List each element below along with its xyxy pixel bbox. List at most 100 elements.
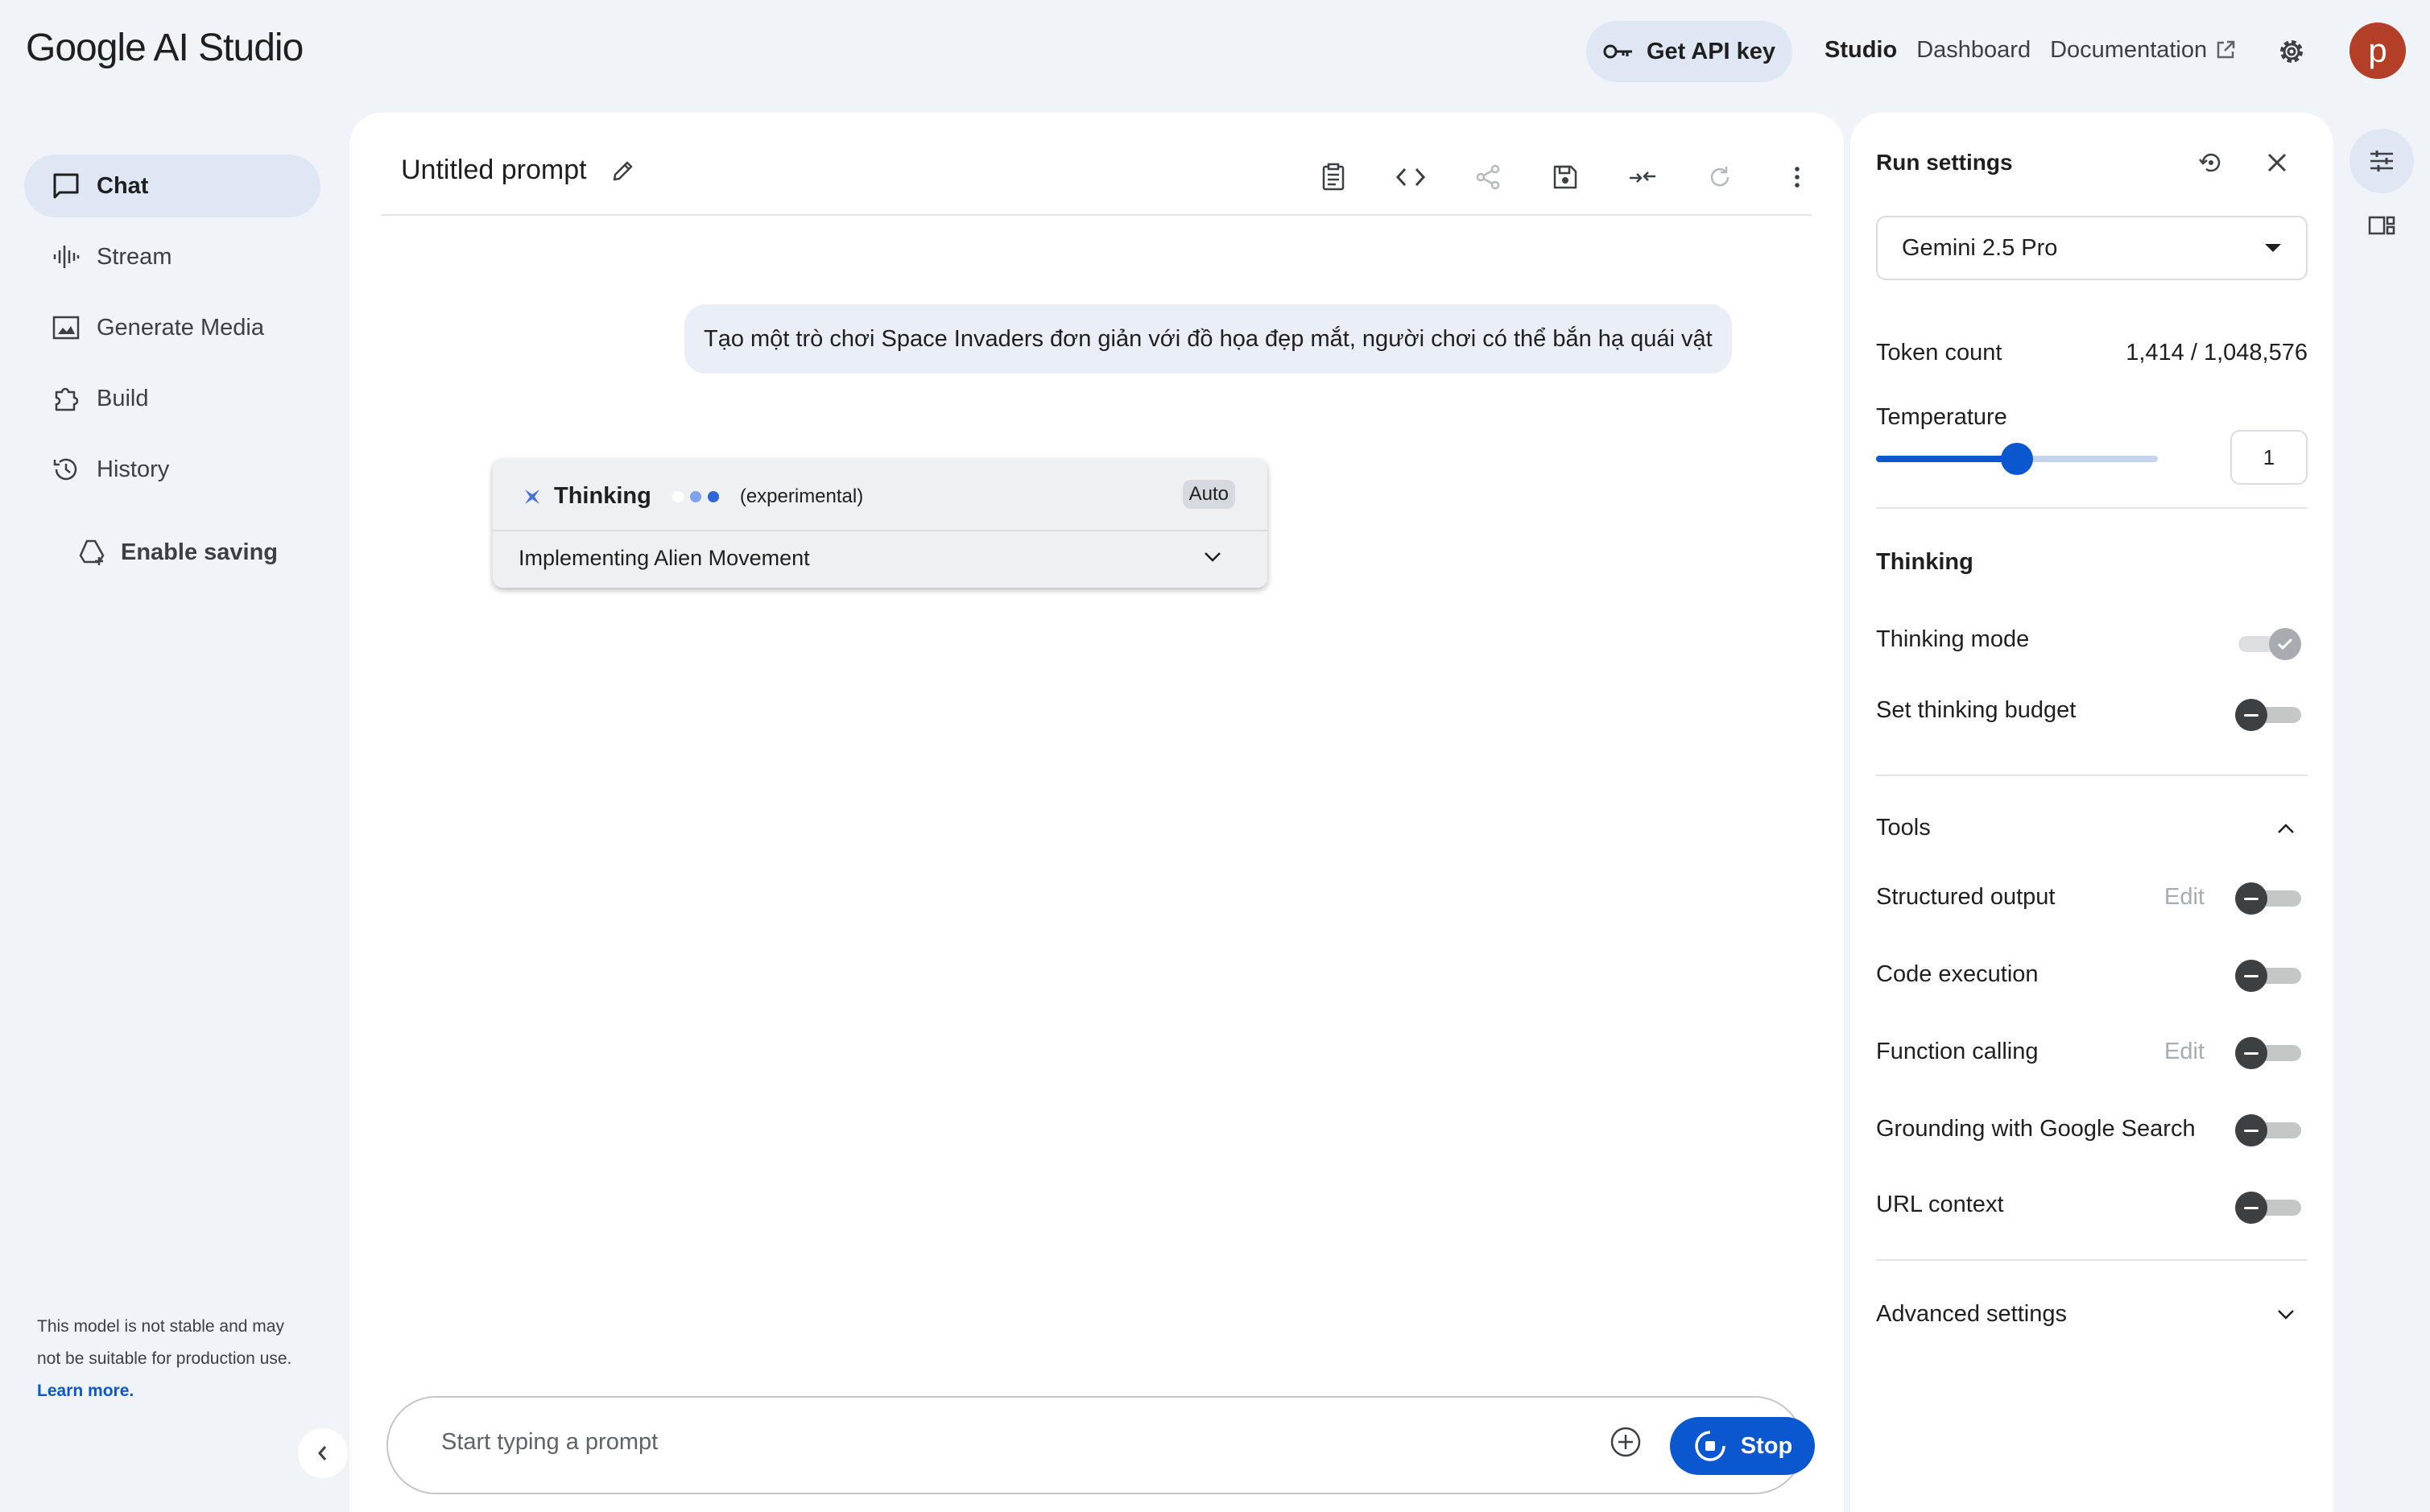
chat-panel: Untitled prompt Tạo một trò chơi Space I… xyxy=(349,113,1844,1512)
function-calling-edit-link[interactable]: Edit xyxy=(2164,1039,2205,1065)
stream-icon xyxy=(52,242,81,271)
sidebar-item-build[interactable]: Build xyxy=(24,367,320,430)
model-select[interactable]: Gemini 2.5 Pro xyxy=(1876,216,2308,280)
temperature-input[interactable] xyxy=(2230,430,2308,485)
token-count-value: 1,414 / 1,048,576 xyxy=(2126,340,2308,366)
prompt-toolbar xyxy=(1295,155,1836,200)
sidebar-item-generate-media[interactable]: Generate Media xyxy=(24,296,320,359)
history-icon xyxy=(52,455,81,484)
collapse-sidebar-button[interactable] xyxy=(298,1428,348,1478)
header-divider xyxy=(382,214,1812,216)
key-icon xyxy=(1603,42,1634,61)
close-icon[interactable] xyxy=(2263,148,2292,177)
compare-icon[interactable] xyxy=(1604,155,1681,200)
sidebar-item-label: History xyxy=(97,456,170,482)
slider-thumb[interactable] xyxy=(2001,443,2033,475)
structured-output-toggle[interactable] xyxy=(2235,882,2301,915)
prompt-bar: Stop xyxy=(386,1396,1815,1494)
tune-settings-icon[interactable] xyxy=(2349,129,2414,193)
sidebar-item-label: Build xyxy=(97,385,149,411)
nav-documentation-label: Documentation xyxy=(2050,36,2208,63)
nav-documentation[interactable]: Documentation xyxy=(2050,37,2236,64)
thinking-section-title: Thinking xyxy=(1876,549,1973,575)
prompt-title-text: Untitled prompt xyxy=(401,155,587,185)
chevron-up-icon[interactable] xyxy=(2277,823,2295,834)
tools-section-title[interactable]: Tools xyxy=(1876,815,1931,841)
chevron-left-icon xyxy=(315,1444,331,1463)
thinking-summary: Implementing Alien Movement xyxy=(519,546,810,570)
run-settings-title: Run settings xyxy=(1876,150,2013,175)
get-api-key-label: Get API key xyxy=(1646,38,1776,64)
build-icon xyxy=(52,384,81,413)
stop-label: Stop xyxy=(1740,1432,1793,1459)
thinking-panel[interactable]: Thinking (experimental) Auto Implementin… xyxy=(493,459,1267,588)
model-stability-note: This model is not stable and may not be … xyxy=(37,1311,311,1407)
thinking-mode-toggle[interactable] xyxy=(2235,628,2301,660)
code-execution-label: Code execution xyxy=(1876,961,2039,987)
section-divider xyxy=(1876,1259,2308,1261)
nav-studio[interactable]: Studio xyxy=(1825,37,1897,64)
advanced-settings-label[interactable]: Advanced settings xyxy=(1876,1301,2067,1328)
drive-add-icon xyxy=(77,538,106,567)
save-icon[interactable] xyxy=(1527,155,1604,200)
auto-badge: Auto xyxy=(1182,480,1235,509)
loading-dot xyxy=(707,490,719,502)
stop-button[interactable]: Stop xyxy=(1670,1417,1815,1475)
reset-settings-icon[interactable] xyxy=(2197,148,2225,177)
sidebar-item-stream[interactable]: Stream xyxy=(24,225,320,288)
learn-more-link[interactable]: Learn more. xyxy=(37,1382,134,1400)
settings-gear-icon[interactable] xyxy=(2275,35,2308,68)
chevron-down-icon[interactable] xyxy=(1203,551,1222,564)
sidebar-item-label: Chat xyxy=(97,172,149,199)
add-media-icon[interactable] xyxy=(1609,1425,1643,1459)
experimental-label: (experimental) xyxy=(739,485,864,507)
clipboard-icon[interactable] xyxy=(1295,155,1372,200)
loading-dot xyxy=(672,490,684,502)
thinking-header: Thinking (experimental) xyxy=(522,483,863,510)
more-vert-icon[interactable] xyxy=(1758,155,1836,200)
share-icon[interactable] xyxy=(1449,155,1527,200)
sidebar-item-label: Generate Media xyxy=(97,314,264,341)
grounding-label: Grounding with Google Search xyxy=(1876,1116,2196,1142)
code-icon[interactable] xyxy=(1372,155,1449,200)
sidebar-item-chat[interactable]: Chat xyxy=(24,155,320,217)
run-settings-panel: Run settings Gemini 2.5 Pro Token count … xyxy=(1850,113,2333,1512)
external-link-icon xyxy=(2215,39,2236,60)
loading-dots xyxy=(672,490,719,502)
prompt-title: Untitled prompt xyxy=(401,155,635,186)
section-divider xyxy=(1876,507,2308,509)
loading-dot xyxy=(689,490,701,502)
prompt-input[interactable] xyxy=(440,1428,1490,1456)
refresh-icon[interactable] xyxy=(1681,155,1758,200)
structured-output-label: Structured output xyxy=(1876,884,2056,910)
get-api-key-button[interactable]: Get API key xyxy=(1586,21,1792,82)
url-context-toggle[interactable] xyxy=(2235,1192,2301,1224)
avatar[interactable]: p xyxy=(2349,23,2406,79)
grounding-toggle[interactable] xyxy=(2235,1114,2301,1146)
code-execution-toggle[interactable] xyxy=(2235,960,2301,992)
function-calling-toggle[interactable] xyxy=(2235,1037,2301,1069)
nav-dashboard[interactable]: Dashboard xyxy=(1916,37,2031,64)
section-divider xyxy=(1876,775,2308,776)
thinking-divider xyxy=(493,530,1267,531)
function-calling-label: Function calling xyxy=(1876,1039,2039,1064)
dropdown-arrow-icon xyxy=(2264,242,2282,254)
dashboard-panel-icon[interactable] xyxy=(2349,193,2414,258)
user-message: Tạo một trò chơi Space Invaders đơn giản… xyxy=(684,304,1732,374)
model-select-value: Gemini 2.5 Pro xyxy=(1902,234,2058,261)
edit-title-icon[interactable] xyxy=(611,159,635,183)
thinking-title: Thinking xyxy=(554,483,651,509)
top-nav: Studio Dashboard Documentation xyxy=(1825,32,2236,68)
temperature-slider[interactable] xyxy=(1876,443,2158,475)
chevron-down-icon[interactable] xyxy=(2277,1309,2295,1320)
enable-saving-button[interactable]: Enable saving xyxy=(77,538,278,567)
temperature-label: Temperature xyxy=(1876,404,2007,430)
structured-output-edit-link[interactable]: Edit xyxy=(2164,884,2205,911)
image-icon xyxy=(52,313,81,342)
app-logo[interactable]: Google AI Studio xyxy=(26,26,304,70)
thinking-sparkle-icon xyxy=(522,486,543,507)
sidebar-item-history[interactable]: History xyxy=(24,438,320,501)
check-icon xyxy=(2269,628,2301,660)
url-context-label: URL context xyxy=(1876,1192,2004,1217)
thinking-budget-toggle[interactable] xyxy=(2235,699,2301,731)
